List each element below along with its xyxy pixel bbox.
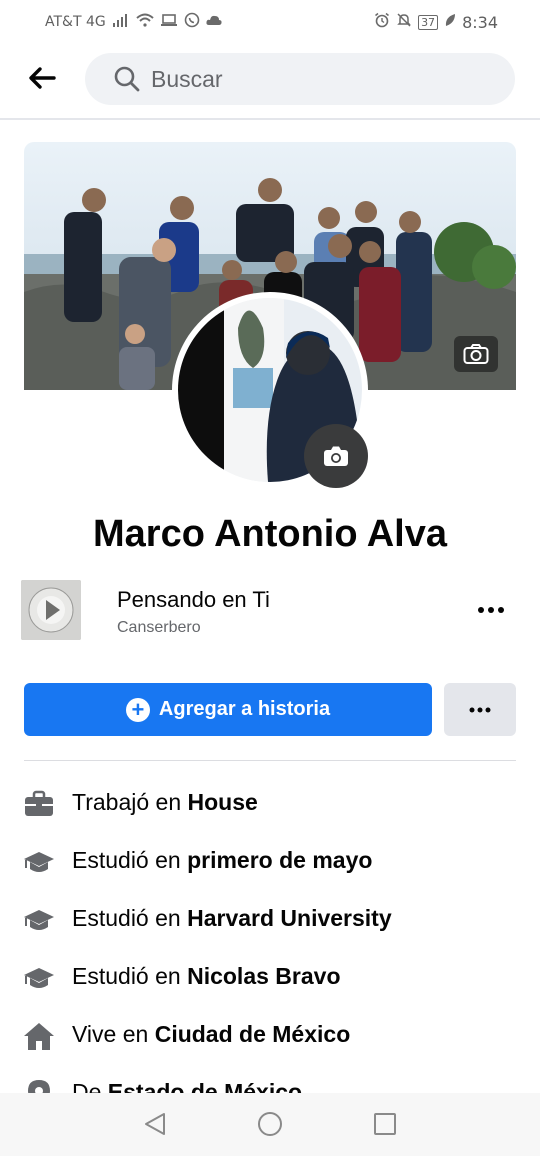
graduation-cap-icon [24,852,54,872]
album-art [21,580,81,640]
more-horizontal-icon [469,707,491,712]
detail-prefix: Vive en [72,1021,155,1047]
briefcase-icon [25,790,53,816]
music-options-button[interactable] [476,600,508,620]
detail-value: Ciudad de México [154,1021,351,1047]
detail-prefix: Estudió en [72,847,188,873]
detail-work[interactable]: Trabajó en House [0,784,540,824]
detail-current-city[interactable]: Vive en Ciudad de México [0,1016,540,1056]
detail-education[interactable]: Estudió en primero de mayo [0,842,540,882]
search-input[interactable]: Buscar [151,66,223,93]
profile-camera-button[interactable] [304,424,368,488]
cloud-icon [206,14,222,30]
song-artist: Canserbero [117,619,201,636]
signal-icon [112,13,130,31]
back-arrow-icon [29,67,56,89]
nav-home-icon[interactable] [257,1111,283,1137]
add-story-label: Agregar a historia [158,698,331,720]
detail-value: primero de mayo [187,847,373,873]
song-title: Pensando en Ti [117,587,270,612]
profile-more-button[interactable] [444,683,516,736]
whatsapp-icon [184,12,200,32]
cover-camera-button[interactable] [454,336,498,372]
graduation-cap-icon [24,968,54,988]
add-story-button[interactable]: + Agregar a historia [24,683,432,736]
detail-prefix: Trabajó en [72,789,188,815]
nav-recents-icon[interactable] [372,1111,398,1137]
camera-icon [324,446,348,466]
top-bar: Buscar [0,40,540,120]
system-nav-bar [0,1093,540,1156]
status-bar: AT&T 4G 37 8:34 [0,0,540,40]
detail-value: Nicolas Bravo [187,963,341,989]
carrier-label: AT&T 4G [45,14,106,30]
notifications-off-icon [396,12,412,32]
nav-back-icon[interactable] [142,1111,168,1137]
battery-indicator: 37 [418,14,439,30]
search-icon [114,66,140,92]
plus-circle-icon: + [125,697,150,722]
more-horizontal-icon [478,607,504,613]
search-bar[interactable]: Buscar [85,53,515,105]
alarm-icon [374,12,390,32]
profile-music[interactable]: Pensando en Ti Canserbero [0,578,540,642]
clock-time: 8:34 [462,12,498,32]
detail-education[interactable]: Estudió en Harvard University [0,900,540,940]
home-icon [24,1023,54,1050]
profile-name: Marco Antonio Alva [93,513,447,555]
graduation-cap-icon [24,910,54,930]
wifi-icon [136,13,154,31]
detail-value: Harvard University [187,905,392,931]
laptop-icon [160,13,178,31]
camera-icon [463,344,489,364]
detail-value: House [187,789,258,815]
detail-education[interactable]: Estudió en Nicolas Bravo [0,958,540,998]
leaf-icon [444,13,456,31]
detail-prefix: Estudió en [72,905,188,931]
detail-prefix: Estudió en [72,963,188,989]
section-divider [24,760,516,761]
back-button[interactable] [22,58,62,98]
